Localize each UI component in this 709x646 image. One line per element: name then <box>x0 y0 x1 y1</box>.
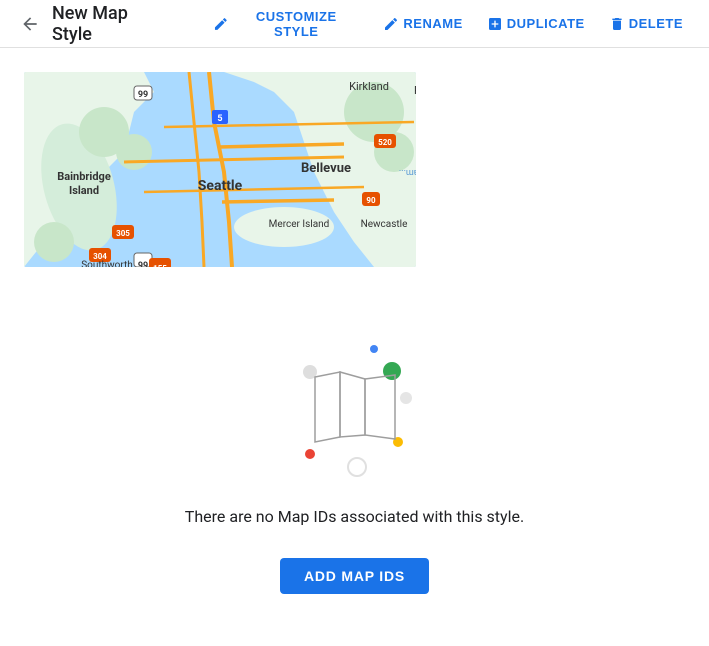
svg-text:Lake Sam...: Lake Sam... <box>399 167 416 177</box>
header: New Map Style CUSTOMIZE STYLE RENAME DUP… <box>0 0 709 48</box>
add-map-ids-button[interactable]: ADD MAP IDS <box>280 558 429 594</box>
map-fold-svg <box>310 367 400 447</box>
header-actions: CUSTOMIZE STYLE RENAME DUPLICATE DELETE <box>203 3 693 45</box>
back-button[interactable] <box>16 10 44 38</box>
empty-message: There are no Map IDs associated with thi… <box>185 507 524 526</box>
svg-text:99: 99 <box>138 90 148 100</box>
rename-button[interactable]: RENAME <box>373 10 472 38</box>
main-content: 99 99 5 520 90 305 304 155 Bainbridge Is <box>0 48 709 638</box>
rename-label: RENAME <box>403 16 462 31</box>
svg-text:90: 90 <box>366 196 376 205</box>
delete-button[interactable]: DELETE <box>599 10 693 38</box>
svg-text:520: 520 <box>378 138 392 147</box>
svg-text:305: 305 <box>116 229 130 238</box>
svg-text:155: 155 <box>153 264 167 267</box>
dot-red <box>305 449 315 459</box>
pencil-icon <box>213 16 229 32</box>
map-thumbnail: 99 99 5 520 90 305 304 155 Bainbridge Is <box>24 72 416 267</box>
duplicate-icon <box>487 16 503 32</box>
customize-style-label: CUSTOMIZE STYLE <box>233 9 359 39</box>
page-title: New Map Style <box>52 3 171 45</box>
duplicate-button[interactable]: DUPLICATE <box>477 10 595 38</box>
svg-text:Mercer Island: Mercer Island <box>269 219 330 230</box>
dot-blue-small <box>370 345 378 353</box>
svg-text:Southworth: Southworth <box>81 260 133 267</box>
trash-icon <box>609 16 625 32</box>
empty-state: There are no Map IDs associated with thi… <box>24 307 685 614</box>
svg-text:Island: Island <box>69 184 99 197</box>
svg-text:Bainbridge: Bainbridge <box>57 170 111 183</box>
svg-text:Kirkland: Kirkland <box>349 80 389 93</box>
svg-text:Bellevue: Bellevue <box>301 161 351 176</box>
svg-text:Redmond: Redmond <box>414 84 416 97</box>
svg-text:Newcastle: Newcastle <box>361 219 408 230</box>
duplicate-label: DUPLICATE <box>507 16 585 31</box>
svg-text:5: 5 <box>217 114 222 124</box>
svg-text:Seattle: Seattle <box>198 178 243 194</box>
delete-label: DELETE <box>629 16 683 31</box>
dot-white-circle <box>347 457 367 477</box>
customize-style-button[interactable]: CUSTOMIZE STYLE <box>203 3 369 45</box>
svg-text:99: 99 <box>138 261 148 267</box>
dot-gray-2 <box>400 392 412 404</box>
rename-icon <box>383 16 399 32</box>
map-illustration <box>275 327 435 487</box>
